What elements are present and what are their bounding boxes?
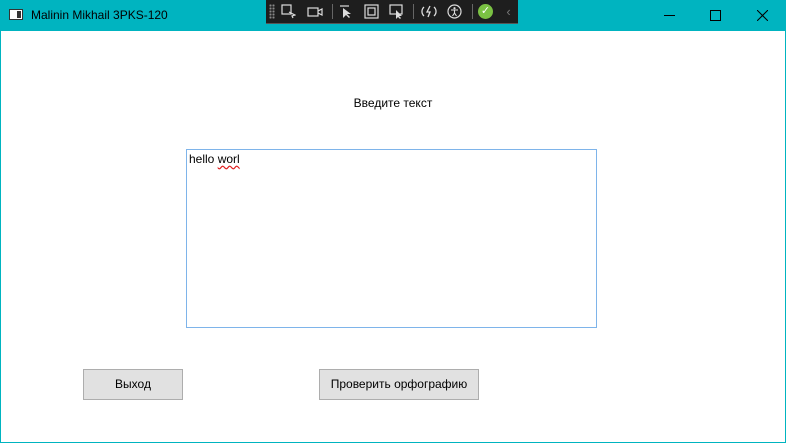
client-area: Введите текст hello worl Выход Проверить…	[1, 31, 785, 442]
select-element-icon[interactable]	[280, 3, 297, 20]
camera-icon[interactable]	[306, 3, 323, 20]
debug-toolbar: ✓ ‹	[266, 0, 518, 24]
collapse-icon[interactable]: ‹	[500, 3, 517, 20]
app-icon	[9, 9, 23, 20]
hot-reload-icon[interactable]	[420, 3, 437, 20]
text-input[interactable]: hello worl	[186, 149, 597, 328]
pointer-icon[interactable]	[338, 3, 355, 20]
exit-button[interactable]: Выход	[83, 369, 183, 400]
accessibility-icon[interactable]	[446, 3, 463, 20]
toolbar-separator	[472, 4, 473, 19]
track-focus-icon[interactable]	[388, 3, 405, 20]
maximize-button[interactable]	[692, 0, 738, 31]
minimize-button[interactable]	[646, 0, 692, 31]
check-icon[interactable]: ✓	[477, 3, 494, 20]
toolbar-separator	[332, 4, 333, 19]
text-input-content: hello	[189, 152, 218, 166]
close-button[interactable]	[739, 0, 785, 31]
drag-handle-icon[interactable]	[269, 4, 275, 19]
layout-adorner-icon[interactable]	[363, 3, 380, 20]
prompt-label: Введите текст	[353, 96, 433, 110]
window-title: Malinin Mikhail 3PKS-120	[31, 8, 168, 22]
misspelled-word[interactable]: worl	[218, 152, 240, 166]
app-window: Malinin Mikhail 3PKS-120 ✓ ‹ Введите тек…	[0, 0, 786, 443]
toolbar-separator	[413, 4, 414, 19]
spellcheck-button[interactable]: Проверить орфографию	[319, 369, 479, 400]
title-bar[interactable]: Malinin Mikhail 3PKS-120 ✓ ‹	[0, 0, 786, 31]
